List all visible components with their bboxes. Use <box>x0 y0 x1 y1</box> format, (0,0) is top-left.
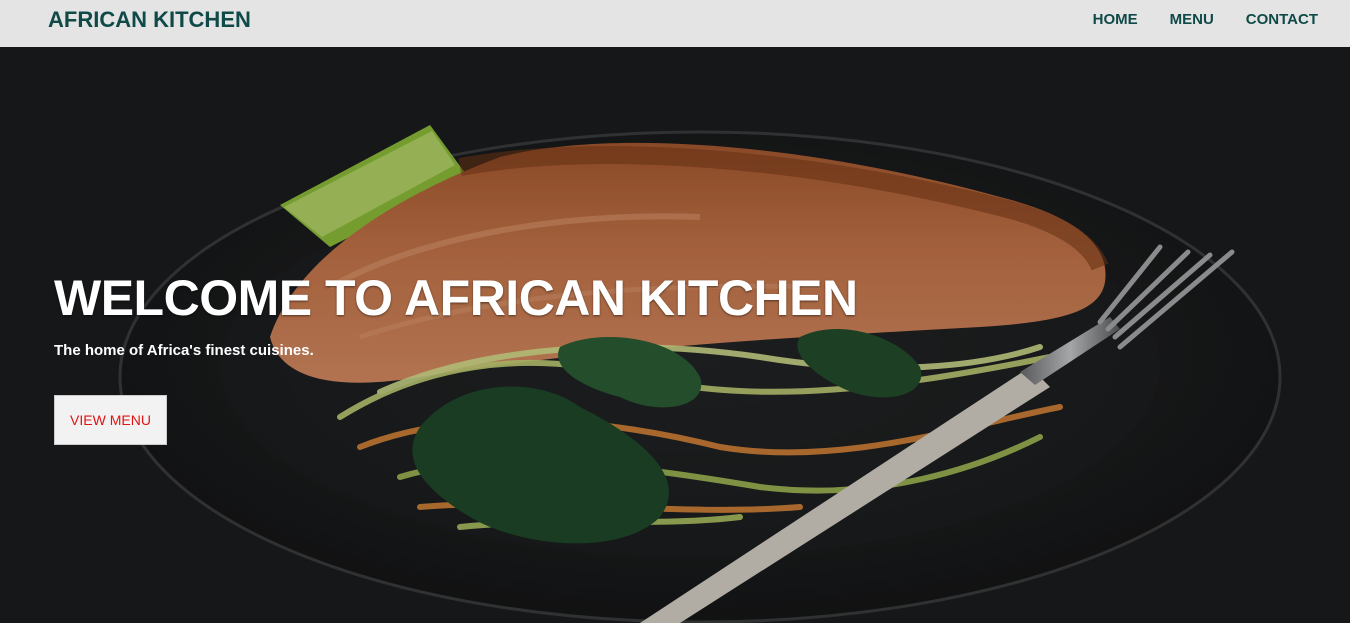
hero-title: WELCOME TO AFRICAN KITCHEN <box>54 270 858 326</box>
hero-subtitle: The home of Africa's finest cuisines. <box>54 342 314 359</box>
nav-links: HOME MENU CONTACT <box>1061 11 1318 28</box>
view-menu-button[interactable]: VIEW MENU <box>54 395 167 445</box>
nav-link-contact[interactable]: CONTACT <box>1246 11 1318 28</box>
hero-section: WELCOME TO AFRICAN KITCHEN The home of A… <box>0 47 1350 623</box>
hero-overlay <box>0 47 1350 623</box>
navbar: AFRICAN KITCHEN HOME MENU CONTACT <box>0 0 1350 47</box>
brand-logo[interactable]: AFRICAN KITCHEN <box>48 7 251 33</box>
nav-link-home[interactable]: HOME <box>1093 11 1138 28</box>
nav-link-menu[interactable]: MENU <box>1170 11 1214 28</box>
